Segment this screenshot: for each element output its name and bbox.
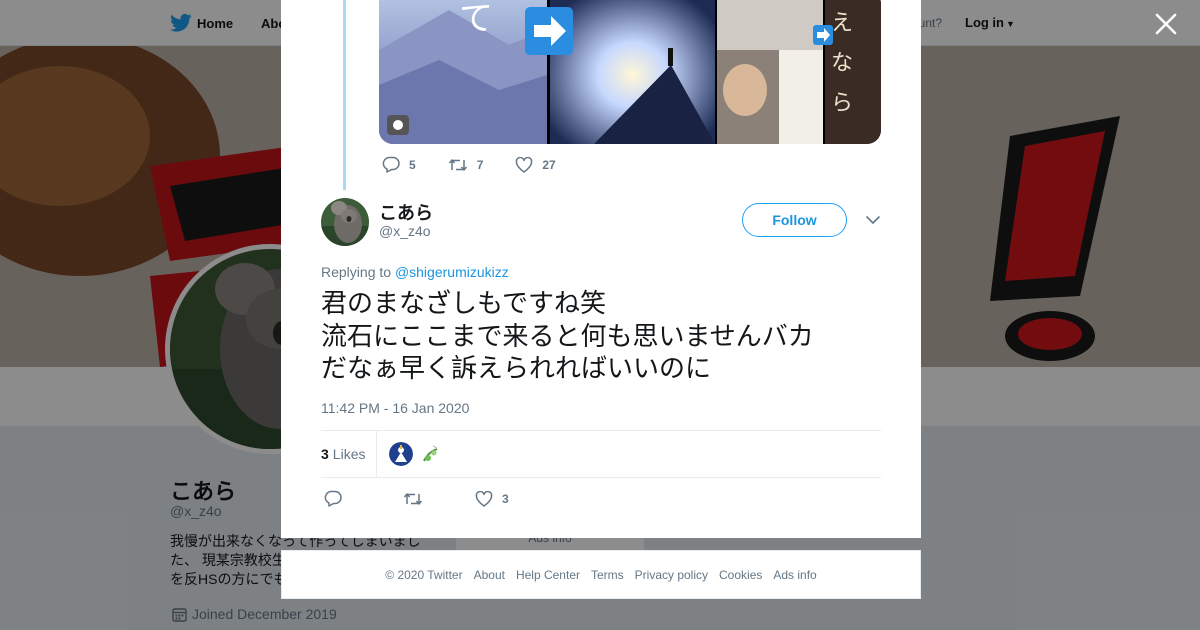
footer-copyright: © 2020 Twitter [385,567,463,582]
svg-text:え: え [831,11,853,36]
retweet-icon[interactable] [448,157,468,173]
footer: © 2020 Twitter About Help Center Terms P… [281,550,921,599]
heart-icon[interactable] [475,490,493,507]
like-count: 3 [502,491,509,506]
retweet-count: 7 [476,157,484,172]
likes-count: 3 [321,446,329,462]
tweet-author-handle[interactable]: @x_z4o [379,223,431,239]
tweet-text-line: 流石にここまで来ると何も思いませんバカ [321,321,814,352]
footer-link-about[interactable]: About [474,568,505,582]
reply-action[interactable] [324,490,342,507]
tweet-actions: 3 [324,490,509,507]
previous-tweet-media[interactable]: て え な ら [379,0,881,144]
conversation-thread-line [343,0,346,190]
retweet-icon[interactable] [403,491,423,507]
replying-prefix: Replying to [321,264,392,280]
reply-count: 5 [409,157,416,172]
reply-icon[interactable] [382,156,400,173]
replying-to-context: Replying to @shigerumizukizz [321,264,509,280]
like-count: 27 [542,157,556,172]
retweet-action[interactable]: 7 [448,157,484,173]
footer-link-ads-info[interactable]: Ads info [773,568,816,582]
heart-icon[interactable] [515,156,533,173]
previous-tweet-actions: 5 7 27 [382,156,556,173]
replying-to-link[interactable]: @shigerumizukizz [395,264,509,280]
footer-link-privacy-policy[interactable]: Privacy policy [635,568,708,582]
reply-action[interactable]: 5 [382,156,416,173]
svg-text:ら: ら [831,91,853,116]
stats-divider [376,431,377,477]
footer-link-terms[interactable]: Terms [591,568,624,582]
tweet-text-line: 君のまなざしもですね笑 [321,289,606,319]
likes-stat[interactable]: 3 Likes [321,446,365,462]
liker-avatar[interactable] [419,442,443,466]
reply-icon[interactable] [324,490,342,507]
liker-avatar[interactable] [389,442,413,466]
like-action[interactable]: 27 [515,156,556,173]
close-icon[interactable] [1153,11,1179,37]
tweet-text: 君のまなざしもですね笑 流石にここまで来ると何も思いませんバカ だなぁ早く訴えら… [321,288,881,386]
footer-link-cookies[interactable]: Cookies [719,568,762,582]
tweet-text-line: だなぁ早く訴えられればいいのに [321,354,712,384]
svg-text:な: な [831,51,853,76]
tweet-stats: 3 Likes [321,430,881,478]
media-image-poster-top [717,0,823,50]
svg-text:て: て [459,0,493,39]
like-action[interactable]: 3 [475,490,509,507]
follow-button[interactable]: Follow [742,203,847,237]
tweet-author-avatar[interactable] [321,198,369,246]
chevron-down-icon[interactable] [865,213,881,227]
tweet-permalink-modal: て え な ら 5 7 27 こあら @x_z4o Follow Replyin… [281,0,921,538]
retweet-action[interactable] [403,491,423,507]
footer-link-help-center[interactable]: Help Center [516,568,580,582]
tweet-timestamp[interactable]: 11:42 PM - 16 Jan 2020 [321,400,469,416]
likes-label: Likes [332,446,366,462]
tweet-author-name[interactable]: こあら [379,199,433,225]
